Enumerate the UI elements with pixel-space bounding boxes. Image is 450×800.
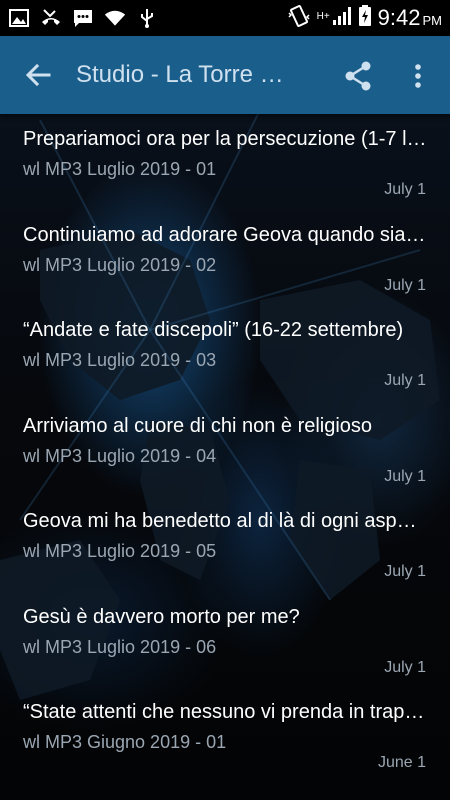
item-title: “State attenti che nessuno vi prenda in … (23, 701, 427, 723)
share-icon (345, 61, 371, 91)
image-icon (8, 7, 30, 29)
item-date: July 1 (384, 658, 426, 676)
usb-icon (136, 7, 158, 29)
item-title: Prepariamoci ora per la persecuzione (1-… (23, 128, 427, 150)
more-vert-icon (415, 64, 421, 88)
back-button[interactable] (0, 36, 76, 114)
list-item[interactable]: Geova mi ha benedetto al di là di ogni a… (0, 496, 450, 592)
arrow-back-icon (25, 63, 51, 87)
item-title: Geova mi ha benedetto al di là di ogni a… (23, 510, 427, 532)
clock: 9:42 PM (377, 5, 442, 30)
battery-charging-icon (358, 4, 372, 32)
item-title: “Andate e fate discepoli” (16-22 settemb… (23, 319, 404, 341)
item-subtitle: wl MP3 Luglio 2019 - 03 (23, 350, 217, 370)
item-title: Gesù è davvero morto per me? (23, 605, 300, 628)
item-date: July 1 (384, 372, 426, 389)
item-date: July 1 (384, 276, 426, 294)
item-subtitle: wl MP3 Luglio 2019 - 02 (23, 254, 217, 275)
item-title: Arriviamo al cuore di chi non è religios… (23, 414, 373, 437)
item-title: Continuiamo ad adorare Geova quando siam… (23, 223, 427, 246)
app-bar: Studio - La Torre di Guardia (0, 36, 450, 114)
item-subtitle: wl MP3 Giugno 2019 - 01 (23, 732, 227, 752)
network-type: H+ (316, 10, 330, 22)
item-subtitle: wl MP3 Luglio 2019 - 04 (23, 445, 217, 466)
item-date: July 1 (384, 563, 426, 580)
missed-call-icon (40, 7, 62, 29)
item-subtitle: wl MP3 Luglio 2019 - 05 (23, 541, 217, 561)
wifi-icon (104, 7, 126, 29)
track-list: Prepariamoci ora per la persecuzione (1-… (0, 114, 450, 783)
status-bar: H+ 9:42 PM (0, 0, 450, 36)
signal-icon (332, 6, 352, 31)
page-title: Studio - La Torre di Guardia (76, 61, 286, 88)
list-item[interactable]: Arriviamo al cuore di chi non è religios… (0, 401, 450, 497)
vibrate-icon (287, 4, 311, 32)
overflow-menu-button[interactable] (400, 56, 436, 96)
message-icon (72, 7, 94, 29)
item-date: June 1 (377, 754, 426, 771)
list-item[interactable]: Prepariamoci ora per la persecuzione (1-… (0, 114, 450, 210)
item-date: July 1 (384, 181, 426, 198)
item-date: July 1 (384, 467, 426, 485)
list-item[interactable]: Gesù è davvero morto per me? wl MP3 Lugl… (0, 592, 450, 688)
share-button[interactable] (338, 56, 378, 96)
item-subtitle: wl MP3 Luglio 2019 - 01 (23, 159, 217, 179)
list-item[interactable]: “State attenti che nessuno vi prenda in … (0, 687, 450, 783)
item-subtitle: wl MP3 Luglio 2019 - 06 (23, 636, 217, 657)
list-item[interactable]: Continuiamo ad adorare Geova quando siam… (0, 210, 450, 306)
list-item[interactable]: “Andate e fate discepoli” (16-22 settemb… (0, 305, 450, 401)
